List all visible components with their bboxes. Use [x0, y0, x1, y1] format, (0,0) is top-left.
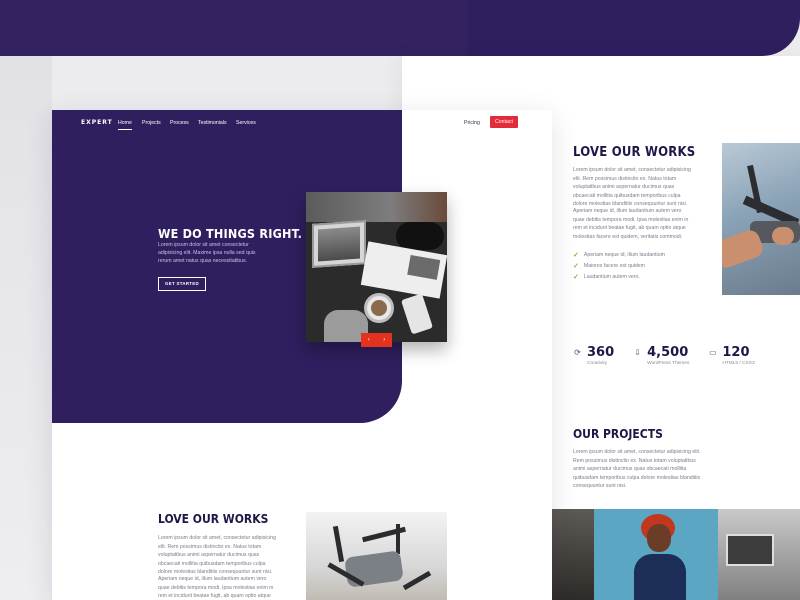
drone-photo [722, 143, 800, 295]
refresh-icon: ⟳ [574, 348, 581, 357]
monitor-icon: ▭ [709, 348, 717, 357]
stat-wordpress-themes: ⇩ 4,500 WordPress Themes [634, 345, 690, 366]
nav-link-home[interactable]: Home [118, 120, 132, 130]
slider-controls: ‹ › [361, 333, 392, 347]
background-grey-strip [0, 56, 52, 600]
stat-creativity: ⟳ 360 Creativity [574, 345, 615, 366]
works-paragraph-2: Aperiam neque id, illum laudantium autem… [573, 208, 689, 240]
drone-photo [306, 512, 447, 600]
nav-link-pricing[interactable]: Pricing [464, 120, 480, 126]
feature-checklist: ✓ Aperiam neque id, illum laudantium ✓ Mai… [573, 249, 665, 282]
section-title-our-projects: OUR PROJECTS [573, 427, 663, 441]
slider-prev-icon[interactable]: ‹ [368, 337, 370, 343]
checklist-item: ✓ Aperiam neque id, illum laudantium [573, 251, 665, 259]
section-title-love-our-works: LOVE OUR WORKS [158, 512, 269, 526]
project-thumbnail[interactable] [594, 509, 718, 600]
checklist-item: ✓ Laudantium autem vero. [573, 273, 640, 281]
get-started-button[interactable]: GET STARTED [158, 277, 206, 291]
hero-title: WE DO THINGS RIGHT. [158, 226, 303, 241]
check-icon: ✓ [573, 251, 579, 259]
hero-description: Lorem ipsum dolor sit amet consectetur a… [158, 242, 256, 264]
download-icon: ⇩ [634, 348, 641, 357]
section-title-love-our-works: LOVE OUR WORKS [573, 145, 696, 160]
nav-link-projects[interactable]: Projects [142, 120, 161, 126]
works-paragraph-2: Aperiam neque id, illum laudantium autem… [158, 576, 274, 600]
stat-html-css: ▭ 120 HTML5 / CSS3 [709, 345, 755, 366]
works-paragraph-1: Lorem ipsum dolor sit amet, consectetur … [158, 535, 276, 576]
works-paragraph-1: Lorem ipsum dolor sit amet, consectetur … [573, 167, 691, 208]
top-navigation: EXPERT Home Projects Process Testimonial… [52, 110, 552, 136]
landing-page-preview: EXPERT Home Projects Process Testimonial… [52, 110, 552, 600]
projects-paragraph: Lorem ipsum dolor sit amet, consectetur … [573, 449, 701, 490]
background-purple-card-corner [468, 0, 800, 56]
check-icon: ✓ [573, 262, 579, 270]
brand-logo[interactable]: EXPERT [81, 119, 113, 126]
nav-link-services[interactable]: Services [236, 120, 256, 126]
projects-gallery [552, 509, 800, 600]
slider-next-icon[interactable]: › [383, 337, 385, 343]
hero-slider-image [306, 192, 447, 342]
background-purple-band [0, 0, 468, 56]
nav-link-testimonials[interactable]: Testimonials [198, 120, 227, 126]
check-icon: ✓ [573, 273, 579, 281]
stats-row: ⟳ 360 Creativity ⇩ 4,500 WordPress Theme… [573, 345, 774, 366]
checklist-item: ✓ Maiores facere est quidem [573, 262, 646, 270]
project-thumbnail[interactable] [552, 509, 594, 600]
nav-link-process[interactable]: Process [170, 120, 189, 126]
project-thumbnail[interactable] [718, 509, 800, 600]
contact-button[interactable]: Contact [490, 116, 518, 128]
